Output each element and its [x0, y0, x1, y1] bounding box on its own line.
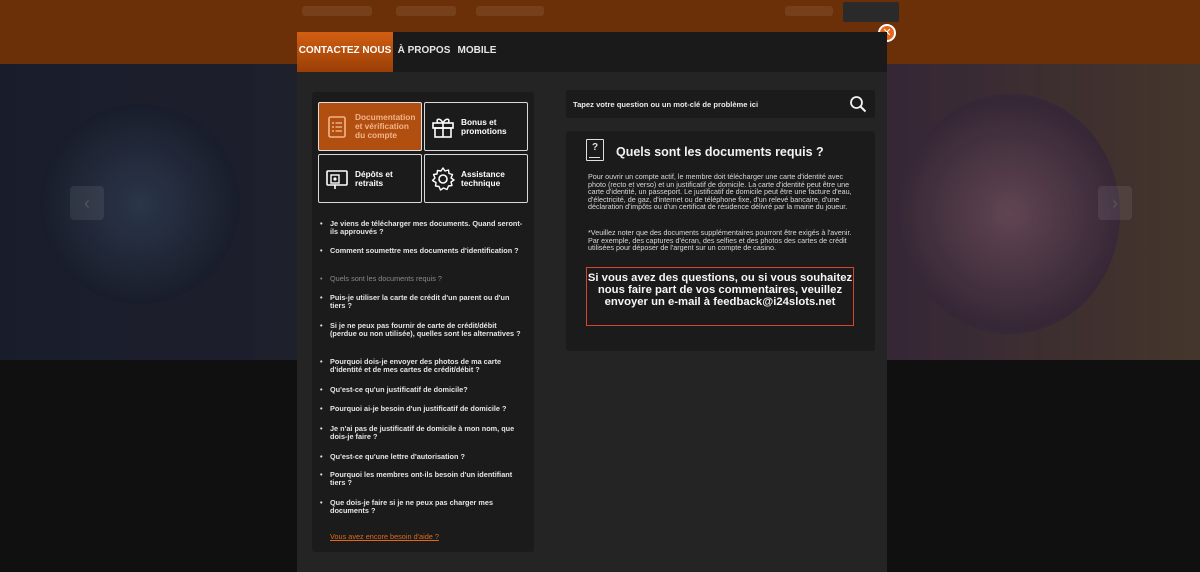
background-nav-item: [396, 6, 456, 16]
faq-item[interactable]: • Qu'est-ce qu'une lettre d'autorisation …: [319, 453, 525, 461]
faq-item-label: Qu'est-ce qu'une lettre d'autorisation ?: [330, 452, 465, 461]
faq-item[interactable]: • Quels sont les documents requis ?: [319, 275, 525, 283]
bullet-icon: •: [320, 498, 323, 507]
faq-item-label: Pourquoi ai-je besoin d'un justificatif …: [330, 404, 507, 413]
category-technical[interactable]: Assistance technique: [424, 154, 528, 203]
faq-item-label: Qu'est-ce qu'un justificatif de domicile…: [330, 385, 468, 394]
answer-panel: ? Quels sont les documents requis ? Pour…: [566, 131, 875, 351]
faq-item-label: Quels sont les documents requis ?: [330, 274, 442, 283]
faq-item[interactable]: • Que dois-je faire si je ne peux pas cha…: [319, 499, 525, 515]
category-bonus[interactable]: Bonus et promotions: [424, 102, 528, 151]
faq-item[interactable]: • Pourquoi dois-je envoyer des photos de …: [319, 358, 525, 374]
faq-item-label: Pourquoi les membres ont-ils besoin d'un…: [330, 470, 513, 487]
tab-about[interactable]: À PROPOS: [396, 32, 452, 72]
faq-item[interactable]: • Puis-je utiliser la carte de crédit d'u…: [319, 294, 525, 310]
background-nav-item: [785, 6, 833, 16]
search-input[interactable]: [573, 90, 843, 118]
category-label: Assistance technique: [461, 168, 505, 188]
bullet-icon: •: [320, 357, 323, 366]
bullet-icon: •: [320, 321, 323, 330]
help-modal: CONTACTEZ NOUS À PROPOS MOBILE Documenta…: [297, 32, 887, 572]
bullet-icon: •: [320, 219, 323, 228]
modal-tab-bar: CONTACTEZ NOUS À PROPOS MOBILE: [297, 32, 887, 72]
more-help-link[interactable]: Vous avez encore besoin d'aide ?: [330, 532, 439, 541]
bullet-icon: •: [320, 452, 323, 461]
category-deposits[interactable]: Dépôts et retraits: [318, 154, 422, 203]
faq-item-label: Je n'ai pas de justificatif de domicile …: [330, 424, 515, 441]
category-label: Documentation et vérification du compte: [355, 112, 416, 140]
answer-note: *Veuillez noter que des documents supplé…: [588, 228, 852, 252]
background-artwork: [900, 94, 1120, 334]
document-icon: [328, 115, 346, 138]
question-document-icon: ?: [586, 139, 604, 161]
category-label: Dépôts et retraits: [355, 168, 393, 188]
answer-title: Quels sont les documents requis ?: [616, 145, 824, 159]
faq-item[interactable]: • Si je ne peux pas fournir de carte de c…: [319, 322, 525, 338]
bullet-icon: •: [320, 424, 323, 433]
tab-contact[interactable]: CONTACTEZ NOUS: [297, 32, 393, 72]
faq-item-label: Si je ne peux pas fournir de carte de cr…: [330, 321, 521, 338]
search-bar: [566, 90, 875, 118]
faq-item[interactable]: • Pourquoi ai-je besoin d'un justificatif…: [319, 405, 525, 413]
contact-notice: Si vous avez des questions, ou si vous s…: [586, 267, 854, 326]
search-icon[interactable]: [849, 95, 867, 113]
category-label: Bonus et promotions: [461, 116, 507, 136]
faq-item-label: Pourquoi dois-je envoyer des photos de m…: [330, 357, 502, 374]
faq-item[interactable]: • Qu'est-ce qu'un justificatif de domicil…: [319, 386, 525, 394]
tab-mobile[interactable]: MOBILE: [456, 32, 498, 72]
background-next-arrow-icon: ›: [1098, 186, 1132, 220]
gear-icon: [431, 166, 455, 191]
bullet-icon: •: [320, 293, 323, 302]
background-nav-item: [302, 6, 372, 16]
gift-icon: [432, 118, 454, 138]
bullet-icon: •: [320, 274, 323, 283]
faq-sidebar: Documentation et vérification du compte …: [312, 92, 534, 552]
faq-item-label: Que dois-je faire si je ne peux pas char…: [330, 498, 494, 515]
answer-paragraph: Pour ouvrir un compte actif, le membre d…: [588, 172, 852, 211]
faq-item[interactable]: • Je viens de télécharger mes documents. …: [319, 220, 525, 236]
faq-item-label: Puis-je utiliser la carte de crédit d'un…: [330, 293, 510, 310]
background-nav-item: [476, 6, 544, 16]
bullet-icon: •: [320, 385, 323, 394]
faq-item[interactable]: • Je n'ai pas de justificatif de domicile…: [319, 425, 525, 441]
faq-item-label: Comment soumettre mes documents d'identi…: [330, 246, 519, 255]
faq-item[interactable]: • Pourquoi les membres ont-ils besoin d'u…: [319, 471, 525, 487]
category-documentation[interactable]: Documentation et vérification du compte: [318, 102, 422, 151]
bullet-icon: •: [320, 404, 323, 413]
bullet-icon: •: [320, 246, 323, 255]
deposit-icon: [326, 169, 348, 189]
background-login-button: [843, 2, 899, 22]
bullet-icon: •: [320, 470, 323, 479]
faq-item-label: Je viens de télécharger mes documents. Q…: [330, 219, 523, 236]
faq-item[interactable]: • Comment soumettre mes documents d'ident…: [319, 247, 525, 255]
background-prev-arrow-icon: ‹: [70, 186, 104, 220]
